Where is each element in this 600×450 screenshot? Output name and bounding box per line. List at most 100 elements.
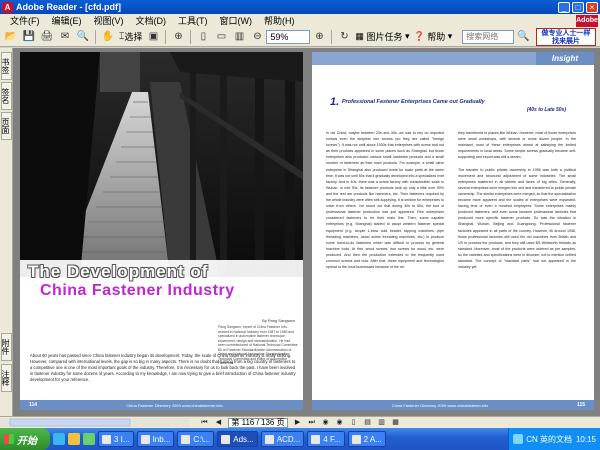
- maximize-button[interactable]: □: [572, 1, 584, 13]
- insight-tab: Insight: [536, 52, 594, 65]
- ad-banner[interactable]: 做专业人士一样找来展片: [536, 27, 596, 46]
- article-column-1: In old China, maybe between 20s and 30s,…: [326, 131, 444, 270]
- article-title-line2: China Fastener Industry: [40, 282, 235, 299]
- actual-size-icon[interactable]: ▯: [196, 30, 210, 44]
- right-footer-text: China Fastener Directory 2009 www.chinaf…: [391, 402, 489, 408]
- document-viewport[interactable]: The Development of China Fastener Indust…: [13, 48, 600, 416]
- start-label: 开始: [17, 435, 37, 447]
- tab-bookmarks[interactable]: 书签: [1, 52, 12, 80]
- navigation-pane-tabs: 书签 签名 页面 附件 注释: [0, 48, 13, 416]
- quicklaunch-folder-icon[interactable]: [68, 433, 80, 445]
- task-icon: [181, 434, 191, 444]
- save-icon[interactable]: 💾: [22, 30, 36, 44]
- task-icon: [221, 434, 231, 444]
- horizontal-scrollbar[interactable]: [0, 418, 190, 427]
- section-number: 1.: [330, 96, 340, 108]
- previous-view-button[interactable]: ◉: [320, 418, 332, 428]
- zoom-out-button-icon[interactable]: ⊖: [250, 30, 264, 44]
- tab-signatures[interactable]: 签名: [1, 82, 12, 110]
- tab-pages[interactable]: 页面: [1, 112, 12, 140]
- article-column-2: they transferred to places like Wuhan. H…: [458, 131, 576, 270]
- windows-taskbar: 开始 3 I... Inb... C:\... Ads... ACD... 4 …: [0, 428, 600, 450]
- menu-file[interactable]: 文件(F): [4, 14, 46, 27]
- taskbar-task-4[interactable]: Ads...: [217, 431, 258, 447]
- task-label: 2 A...: [363, 434, 382, 444]
- staircase-photo: [20, 52, 303, 277]
- menu-window[interactable]: 窗口(W): [214, 14, 259, 27]
- menu-help[interactable]: 帮助(H): [258, 14, 301, 27]
- task-icon: [264, 434, 274, 444]
- zoom-in-icon[interactable]: ⊕: [171, 30, 185, 44]
- minimize-button[interactable]: _: [558, 1, 570, 13]
- clock[interactable]: 10:15: [576, 435, 596, 444]
- adobe-logo: Adobe: [576, 14, 598, 27]
- left-footer-text: China Fastener Directory 2009 www.chinaf…: [126, 402, 223, 408]
- tray-text: CN 英的文档: [526, 434, 572, 444]
- last-page-button[interactable]: ⏭: [306, 418, 318, 428]
- search-web-input[interactable]: 搜索网络: [462, 29, 515, 44]
- task-label: 4 F...: [323, 434, 341, 444]
- section-title: Professional Fastener Enterprises Came o…: [342, 99, 485, 105]
- zoom-in-button-icon[interactable]: ⊕: [312, 30, 326, 44]
- system-tray: CN 英的文档 10:15: [508, 428, 600, 450]
- task-icon: [102, 434, 111, 444]
- fit-page-icon[interactable]: ▭: [214, 30, 228, 44]
- taskbar-task-1[interactable]: 3 I...: [98, 431, 134, 447]
- intro-paragraph: About 60 years has passed since China fa…: [30, 353, 296, 382]
- single-page-layout-icon[interactable]: ▯: [348, 418, 360, 428]
- first-page-button[interactable]: ⏮: [198, 418, 210, 428]
- snapshot-icon[interactable]: ▣: [146, 30, 160, 44]
- task-icon: [140, 434, 150, 444]
- fit-width-icon[interactable]: ▥: [232, 30, 246, 44]
- task-icon: [311, 434, 321, 444]
- continuous-layout-icon[interactable]: ▤: [362, 418, 374, 428]
- select-tool-button[interactable]: ⌶ 选择: [119, 30, 142, 43]
- taskbar-task-3[interactable]: C:\...: [177, 431, 215, 447]
- task-icon: [351, 434, 361, 444]
- article-title-banner: The Development of China Fastener Indust…: [20, 260, 303, 312]
- next-view-button[interactable]: ◉: [334, 418, 346, 428]
- picture-tasks-button[interactable]: ▦ 图片任务 ▾: [355, 30, 409, 43]
- continuous-facing-layout-icon[interactable]: ▦: [390, 418, 402, 428]
- page-number-field[interactable]: 第 116 / 136 页: [228, 417, 288, 428]
- staircase-illustration: [20, 52, 303, 277]
- taskbar-task-2[interactable]: Inb...: [136, 431, 175, 447]
- right-page-footer: China Fastener Directory 2009 www.chinaf…: [312, 400, 594, 410]
- close-button[interactable]: ×: [586, 1, 598, 13]
- email-icon[interactable]: ✉: [58, 30, 72, 44]
- quicklaunch-ie-icon[interactable]: [53, 433, 65, 445]
- menu-bar: 文件(F) 编辑(E) 视图(V) 文档(D) 工具(T) 窗口(W) 帮助(H…: [0, 14, 600, 27]
- tab-comments[interactable]: 注释: [1, 364, 12, 392]
- previous-page-button[interactable]: ◀: [212, 418, 224, 428]
- menu-document[interactable]: 文档(D): [130, 14, 173, 27]
- search-web-icon[interactable]: 🔍: [516, 30, 530, 44]
- task-label: C:\...: [193, 434, 211, 444]
- zoom-level-field[interactable]: 59%: [266, 29, 311, 44]
- article-title-line1: The Development of: [28, 262, 209, 281]
- tray-network-icon[interactable]: [513, 434, 524, 444]
- start-button[interactable]: 开始: [0, 428, 50, 450]
- hand-tool-icon[interactable]: ✋: [101, 30, 115, 44]
- article-byline: By Pang Sangwen: [262, 318, 295, 323]
- print-icon[interactable]: 🖨: [40, 30, 54, 44]
- next-page-button[interactable]: ▶: [292, 418, 304, 428]
- picture-icon: ▦: [355, 31, 364, 41]
- toolbar: 📂 💾 🖨 ✉ 🔍 ✋ ⌶ 选择 ▣ ⊕ ▯ ▭ ▥ ⊖ 59% ⊕ ↻ ▦ 图…: [0, 27, 600, 47]
- rotate-icon[interactable]: ↻: [337, 30, 351, 44]
- open-icon[interactable]: 📂: [4, 30, 18, 44]
- taskbar-task-7[interactable]: 2 A...: [347, 431, 386, 447]
- facing-layout-icon[interactable]: ▥: [376, 418, 388, 428]
- menu-tools[interactable]: 工具(T): [172, 14, 214, 27]
- help-button[interactable]: ❓ 帮助 ▾: [414, 30, 453, 43]
- menu-view[interactable]: 视图(V): [88, 14, 130, 27]
- task-label: Ads...: [233, 434, 254, 444]
- search-icon[interactable]: 🔍: [76, 30, 90, 44]
- section-subtitle: (40s to Late 50s): [526, 107, 566, 113]
- menu-edit[interactable]: 编辑(E): [46, 14, 88, 27]
- quicklaunch-desktop-icon[interactable]: [83, 433, 95, 445]
- picture-tasks-label: 图片任务: [366, 32, 403, 42]
- taskbar-task-5[interactable]: ACD...: [260, 431, 305, 447]
- taskbar-task-6[interactable]: 4 F...: [307, 431, 345, 447]
- task-label: ACD...: [276, 434, 301, 444]
- tab-attachments[interactable]: 附件: [1, 333, 12, 361]
